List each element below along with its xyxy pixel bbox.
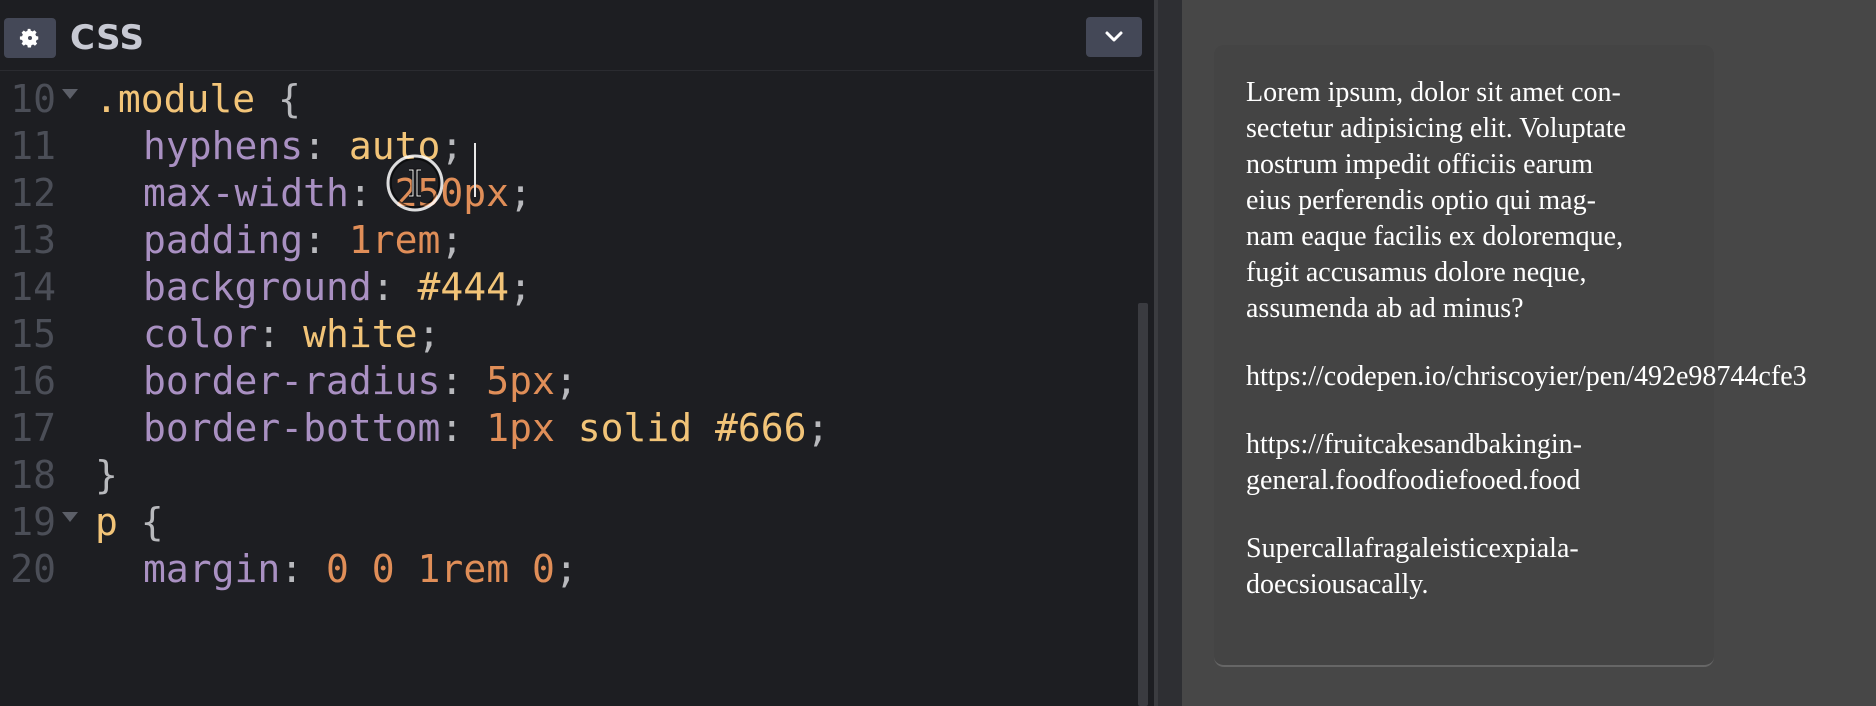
code-token: padding — [143, 218, 304, 262]
code-token: .module — [95, 77, 256, 121]
code-token: { — [140, 500, 164, 544]
collapse-editor-button[interactable] — [1086, 17, 1142, 57]
resize-handle[interactable] — [1154, 0, 1182, 706]
code-token: ; — [806, 406, 830, 450]
gear-icon — [19, 28, 39, 48]
code-token: p — [95, 500, 118, 544]
code-token: { — [278, 77, 301, 121]
line-number: 20 — [10, 547, 56, 591]
editor-title: CSS — [70, 18, 145, 58]
code-token: 1rem — [348, 218, 441, 262]
code-token: 250px — [394, 171, 510, 215]
chevron-down-icon — [1105, 31, 1123, 42]
preview-paragraph-codepen-url: https://codepen.io/chriscoyier/pen/492e9… — [1246, 361, 1807, 392]
code-token: background — [143, 265, 372, 309]
editor-header: CSS — [0, 0, 1154, 71]
code-token: : — [280, 547, 327, 591]
code-token: : — [440, 359, 487, 403]
code-token: : — [257, 312, 304, 356]
code-token: color — [143, 312, 258, 356]
divider-edge — [1154, 0, 1158, 706]
code-token: ; — [509, 265, 532, 309]
preview-paragraph-fruitcake-url: https://fruitcakesandbakingin- general.f… — [1246, 429, 1582, 496]
code-token: margin — [143, 547, 281, 591]
codepen-workspace: CSS 10 .module {11 hyphens: auto; 12 max-wid… — [0, 0, 1876, 706]
code-token: border-radius — [143, 359, 441, 403]
scrollbar-thumb[interactable] — [1138, 303, 1148, 706]
preview-paragraph-lorem: Lorem ipsum, dolor sit amet con- sectetu… — [1246, 77, 1626, 324]
code-token: : — [371, 265, 418, 309]
code-token: auto — [348, 124, 441, 168]
code-token: border-bottom — [143, 406, 441, 450]
css-editor-panel: CSS 10 .module {11 hyphens: auto; 12 max-wid… — [0, 0, 1154, 706]
code-area[interactable]: 10 .module {11 hyphens: auto; 12 max-width: … — [0, 71, 1138, 706]
code-token: 5px — [486, 359, 555, 403]
code-token: : — [303, 124, 349, 168]
code-token: #666 — [715, 406, 807, 450]
code-token: } — [95, 453, 118, 497]
code-token: solid — [577, 406, 693, 450]
code-token: 0 0 1rem 0 — [326, 547, 555, 591]
settings-button[interactable] — [4, 18, 56, 58]
code-token: ; — [554, 359, 578, 403]
code-token: : — [348, 171, 395, 215]
preview-panel: Lorem ipsum, dolor sit amet con- sectetu… — [1182, 0, 1876, 706]
code-token: white — [303, 312, 418, 356]
module-card: Lorem ipsum, dolor sit amet con- sectetu… — [1214, 45, 1807, 667]
code-token: #444 — [417, 265, 510, 309]
editor-scrollbar[interactable] — [1138, 71, 1154, 706]
code-token: : — [303, 218, 349, 262]
code-token: ; — [554, 547, 578, 591]
code-text: margin: 0 0 1rem 0; — [95, 541, 578, 597]
code-token: : — [440, 406, 487, 450]
preview-paragraph-long-word: Supercallafragaleisticexpiala- doecsious… — [1246, 533, 1579, 600]
code-line[interactable]: 20 margin: 0 0 1rem 0; — [0, 541, 1138, 597]
code-token: 1px — [486, 406, 555, 450]
code-token: ; — [440, 124, 464, 168]
fold-arrow-icon[interactable] — [62, 512, 78, 522]
code-token: ; — [417, 312, 441, 356]
fold-arrow-icon[interactable] — [62, 89, 78, 99]
text-caret — [474, 143, 476, 197]
code-token: hyphens — [143, 124, 304, 168]
code-token: ; — [509, 171, 532, 215]
code-token: max-width — [143, 171, 349, 215]
code-token: ; — [440, 218, 464, 262]
